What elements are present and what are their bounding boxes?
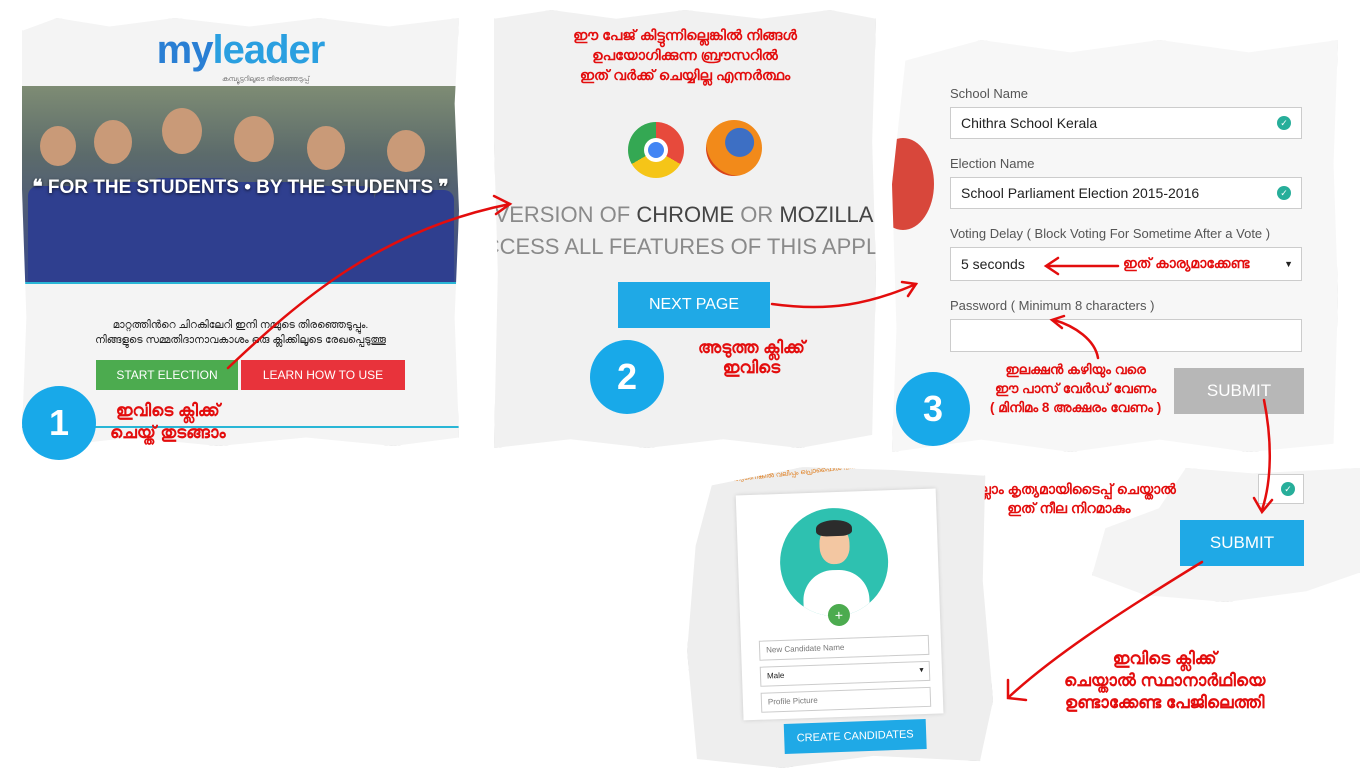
header-text: ആണെങ്കിൽ വലിപ്പം പ്രൊഫൈൽ പിക്ചർ xyxy=(732,462,869,484)
myleader-logo: myleader xyxy=(156,28,326,72)
submit-annotation: എല്ലാം കൃത്യമായിടൈപ്പ് ചെയ്താൽ ഇത് നീല ന… xyxy=(962,481,1176,516)
check-icon: ✓ xyxy=(1277,186,1291,200)
password-label: Password ( Minimum 8 characters ) xyxy=(950,298,1155,313)
password-annotation: ഇലക്ഷൻ കഴിയും വരെ ഈ പാസ് വേർഡ് വേണം ( മി… xyxy=(990,362,1162,415)
create-candidate-panel: പേര് എന്ന ബോക്സിൽ ആണെങ്കിൽ വലിപ്പം പ്രൊഫ… xyxy=(681,461,995,768)
next-page-button[interactable]: NEXT PAGE xyxy=(618,282,770,328)
check-icon: ✓ xyxy=(1281,482,1295,496)
browser-check-panel: ഈ പേജ് കിട്ടുന്നില്ലെങ്കിൽ നിങ്ങൾ ഉപയോഗി… xyxy=(494,10,876,448)
step-2-badge: 2 xyxy=(590,340,664,414)
home-page-panel: myleader കമ്പ്യൂട്ടറിലൂടെ തിരഞ്ഞെടുപ്പ് … xyxy=(22,18,459,446)
step2-annotation: അടുത്ത ക്ലിക്ക് ഇവിടെ xyxy=(698,338,805,377)
start-election-button[interactable]: START ELECTION xyxy=(96,360,238,390)
intro-text: മാറ്റത്തിൻറെ ചിറകിലേറി ഇനി നമ്മുടെ തിരഞ്… xyxy=(95,319,386,346)
add-photo-icon[interactable]: + xyxy=(828,604,851,627)
divider xyxy=(22,282,459,284)
submit-button[interactable]: SUBMIT xyxy=(1180,520,1304,566)
chrome-icon xyxy=(628,122,684,178)
election-name-input[interactable]: School Parliament Election 2015-2016 ✓ xyxy=(950,177,1302,209)
browser-requirement-text: VERSION OF CHROME OR MOZILLA xyxy=(494,202,874,227)
browser-warning-annotation: ഈ പേജ് കിട്ടുന്നില്ലെങ്കിൽ നിങ്ങൾ ഉപയോഗി… xyxy=(573,28,797,84)
profile-picture-input[interactable]: Profile Picture xyxy=(761,687,932,713)
avatar-icon xyxy=(778,506,890,618)
students-hero-image: ❝ FOR THE STUDENTS • BY THE STUDENTS ❞ xyxy=(22,86,459,282)
create-candidates-button[interactable]: CREATE CANDIDATES xyxy=(784,719,927,754)
school-name-input[interactable]: Chithra School Kerala ✓ xyxy=(950,107,1302,139)
create-annotation: ഇവിടെ ക്ലിക്ക് ചെയ്താൽ സ്ഥാനാർഥിയെ ഉണ്ടാ… xyxy=(1064,649,1266,712)
logo-tagline: കമ്പ്യൂട്ടറിലൂടെ തിരഞ്ഞെടുപ്പ് xyxy=(222,76,310,83)
browser-requirement-text-2: CCESS ALL FEATURES OF THIS APPLI xyxy=(494,234,876,259)
school-name-label: School Name xyxy=(950,86,1029,101)
check-icon: ✓ xyxy=(1277,116,1291,130)
password-input[interactable] xyxy=(950,319,1302,352)
decorative-shape xyxy=(892,138,934,230)
voting-delay-label: Voting Delay ( Block Voting For Sometime… xyxy=(950,226,1271,241)
delay-annotation: ഇത് കാര്യമാക്കേണ്ട xyxy=(1123,255,1250,271)
step-3-badge: 3 xyxy=(896,372,970,446)
step1-annotation: ഇവിടെ ക്ലിക്ക് ചെയ്ത് തുടങ്ങാം xyxy=(110,401,226,442)
candidate-card: + New Candidate Name Male ▼ Profile Pict… xyxy=(736,489,944,721)
filled-input[interactable]: ✓ xyxy=(1258,474,1304,504)
election-name-label: Election Name xyxy=(950,156,1035,171)
hero-title: ❝ FOR THE STUDENTS • BY THE STUDENTS ❞ xyxy=(32,177,449,198)
firefox-icon xyxy=(706,120,762,176)
gender-select[interactable]: Male ▼ xyxy=(760,661,931,687)
dropdown-arrow-icon: ▼ xyxy=(1284,259,1293,269)
submit-button-disabled[interactable]: SUBMIT xyxy=(1174,368,1304,414)
candidate-name-input[interactable]: New Candidate Name xyxy=(759,635,930,661)
step-1-badge: 1 xyxy=(22,386,96,460)
learn-how-to-use-button[interactable]: LEARN HOW TO USE xyxy=(241,360,405,390)
dropdown-arrow-icon: ▼ xyxy=(917,667,926,675)
